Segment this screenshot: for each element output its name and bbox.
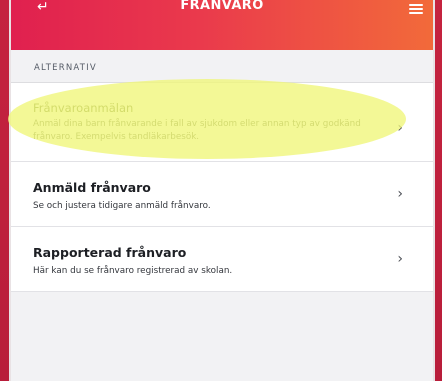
list-item-description: Se och justera tidigare anmäld frånvaro. xyxy=(33,201,211,211)
list-item-anmald-franvaro[interactable]: Anmäld frånvaro Se och justera tidigare … xyxy=(11,162,433,227)
chevron-right-icon: › xyxy=(397,120,403,136)
options-list: Frånvaroanmälan Anmäl dina barn frånvara… xyxy=(11,82,433,292)
device-frame-right xyxy=(433,0,442,381)
list-item-title: Frånvaroanmälan xyxy=(33,101,134,115)
chevron-right-icon: › xyxy=(397,186,403,202)
list-item-description: Anmäl dina barn frånvarande i fall av sj… xyxy=(33,119,361,142)
section-label: ALTERNATIV xyxy=(34,63,97,73)
device-frame-left xyxy=(0,0,11,381)
list-item-title: Anmäld frånvaro xyxy=(33,180,151,195)
list-item-title: Rapporterad frånvaro xyxy=(33,245,187,260)
hamburger-menu-icon[interactable] xyxy=(409,4,423,14)
chevron-right-icon: › xyxy=(397,251,403,267)
page-title: FRÅNVARO xyxy=(180,0,264,13)
app-header: ↵ FRÅNVARO xyxy=(11,0,433,50)
app-screen: ↵ FRÅNVARO ALTERNATIV Frånvaroanmälan An… xyxy=(0,0,442,381)
list-item-description: Här kan du se frånvaro registrerad av sk… xyxy=(33,266,233,276)
list-item-rapporterad-franvaro[interactable]: Rapporterad frånvaro Här kan du se frånv… xyxy=(11,227,433,292)
list-item-franvaroanmalan[interactable]: Frånvaroanmälan Anmäl dina barn frånvara… xyxy=(11,83,433,162)
